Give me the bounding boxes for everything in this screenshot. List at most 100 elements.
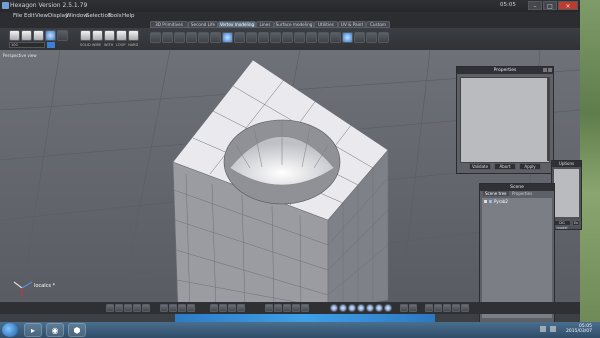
view-tool-9-icon[interactable]: [187, 304, 195, 312]
dg-model-button[interactable]: DG model: [553, 220, 571, 230]
vertex-tool-6-icon[interactable]: [210, 32, 221, 43]
value-field[interactable]: 100: [9, 42, 45, 48]
vertex-tool-4-icon[interactable]: [186, 32, 197, 43]
properties-scrollbar[interactable]: [547, 77, 550, 161]
vertex-tool-15-icon[interactable]: [318, 32, 329, 43]
with-cube-icon[interactable]: [104, 30, 115, 41]
render-sphere-1-icon[interactable]: [330, 304, 338, 312]
solid-cube-icon[interactable]: [80, 30, 91, 41]
mode-toggle[interactable]: [47, 42, 55, 48]
wire-cube-icon[interactable]: [92, 30, 103, 41]
taskbar-hexagon-icon[interactable]: ⬢: [68, 323, 86, 337]
tab-custom[interactable]: Custom: [366, 21, 390, 28]
vertex-tool-18-icon[interactable]: [354, 32, 365, 43]
vertex-tool-3-icon[interactable]: [174, 32, 185, 43]
panel-minimize-icon[interactable]: [543, 68, 547, 72]
start-button-icon[interactable]: [2, 323, 18, 337]
vertex-tool-5-icon[interactable]: [198, 32, 209, 43]
lasso-icon[interactable]: [33, 30, 44, 41]
vertex-tool-12-icon[interactable]: [282, 32, 293, 43]
render-sphere-7-icon[interactable]: [384, 304, 392, 312]
render-sphere-4-icon[interactable]: [357, 304, 365, 312]
vertex-tool-10-icon[interactable]: [258, 32, 269, 43]
tab-scene-tree[interactable]: Scene tree: [483, 191, 509, 196]
view-tool-18-icon[interactable]: [301, 304, 309, 312]
view-tool-12-icon[interactable]: [228, 304, 236, 312]
vertex-tool-8-icon[interactable]: [234, 32, 245, 43]
validate-button[interactable]: Validate: [469, 163, 491, 170]
loop-cube-icon[interactable]: [116, 30, 127, 41]
select-tool-icon[interactable]: [9, 30, 20, 41]
vertex-tool-1-icon[interactable]: [150, 32, 161, 43]
view-tool-8-icon[interactable]: [178, 304, 186, 312]
maximize-button[interactable]: □: [543, 1, 557, 10]
vertex-tool-2-icon[interactable]: [162, 32, 173, 43]
tray-clock[interactable]: 05:05 2015/03/07: [566, 324, 592, 334]
view-tool-3-icon[interactable]: [124, 304, 132, 312]
vertex-tool-11-icon[interactable]: [270, 32, 281, 43]
soft-select-icon[interactable]: [57, 30, 68, 41]
view-tool-17-icon[interactable]: [292, 304, 300, 312]
view-tool-7-icon[interactable]: [169, 304, 177, 312]
menu-view[interactable]: View: [35, 13, 48, 19]
panel-close-icon[interactable]: [548, 68, 552, 72]
apply-button[interactable]: Apply: [519, 163, 541, 170]
magnet-icon[interactable]: [45, 30, 56, 41]
tray-network-icon[interactable]: [540, 326, 546, 332]
ex-button[interactable]: Ex: [572, 220, 580, 226]
taskbar-media-icon[interactable]: ▸: [24, 323, 42, 337]
render-sphere-2-icon[interactable]: [339, 304, 347, 312]
tree-expand-icon[interactable]: [484, 200, 487, 203]
vertex-tool-7-icon[interactable]: [222, 32, 233, 43]
view-tool-23-icon[interactable]: [443, 304, 451, 312]
view-tool-13-icon[interactable]: [237, 304, 245, 312]
menu-tools[interactable]: Tools: [108, 13, 122, 19]
view-tool-6-icon[interactable]: [160, 304, 168, 312]
view-tool-4-icon[interactable]: [133, 304, 141, 312]
render-sphere-3-icon[interactable]: [348, 304, 356, 312]
tab-uv-paint[interactable]: UV & Paint: [338, 21, 366, 28]
view-tool-25-icon[interactable]: [461, 304, 469, 312]
view-tool-21-icon[interactable]: [425, 304, 433, 312]
abort-button[interactable]: Abort: [494, 163, 516, 170]
render-sphere-6-icon[interactable]: [375, 304, 383, 312]
view-tool-22-icon[interactable]: [434, 304, 442, 312]
vertex-tool-14-icon[interactable]: [306, 32, 317, 43]
tab-utilities[interactable]: Utilities: [314, 21, 338, 28]
vertex-tool-16-icon[interactable]: [330, 32, 341, 43]
view-tool-2-icon[interactable]: [115, 304, 123, 312]
view-tool-5-icon[interactable]: [142, 304, 150, 312]
vertex-tool-13-icon[interactable]: [294, 32, 305, 43]
hard-cube-icon[interactable]: [128, 30, 139, 41]
tab-properties[interactable]: Properties: [512, 191, 532, 196]
tab-surface-modeling[interactable]: Surface modeling: [274, 21, 314, 28]
view-tool-24-icon[interactable]: [452, 304, 460, 312]
tab-lines[interactable]: Lines: [256, 21, 274, 28]
view-tool-10-icon[interactable]: [210, 304, 218, 312]
vertex-tool-20-icon[interactable]: [378, 32, 389, 43]
tab-vertex-modeling[interactable]: Vertex modeling: [218, 21, 256, 28]
vertex-tool-19-icon[interactable]: [366, 32, 377, 43]
view-tool-15-icon[interactable]: [274, 304, 282, 312]
menu-help[interactable]: Help: [122, 13, 135, 19]
scene-item[interactable]: Pyrab2: [494, 199, 508, 204]
menu-edit[interactable]: Edit: [24, 13, 35, 19]
menu-file[interactable]: File: [13, 13, 22, 19]
view-tool-1-icon[interactable]: [106, 304, 114, 312]
taskbar-chrome-icon[interactable]: ◉: [46, 323, 64, 337]
view-tool-16-icon[interactable]: [283, 304, 291, 312]
render-sphere-5-icon[interactable]: [366, 304, 374, 312]
view-tool-20-icon[interactable]: [409, 304, 417, 312]
tab-3d-primitives[interactable]: 3D Primitives: [150, 21, 188, 28]
view-tool-14-icon[interactable]: [265, 304, 273, 312]
vertex-tool-17-icon[interactable]: [342, 32, 353, 43]
tray-volume-icon[interactable]: [550, 326, 556, 332]
view-tool-11-icon[interactable]: [219, 304, 227, 312]
tab-second-life[interactable]: Second Life: [188, 21, 218, 28]
paint-select-icon[interactable]: [21, 30, 32, 41]
minimize-button[interactable]: –: [528, 1, 542, 10]
close-button[interactable]: ✕: [558, 1, 578, 10]
menu-window[interactable]: Window: [66, 13, 88, 19]
vertex-tool-9-icon[interactable]: [246, 32, 257, 43]
view-tool-19-icon[interactable]: [400, 304, 408, 312]
